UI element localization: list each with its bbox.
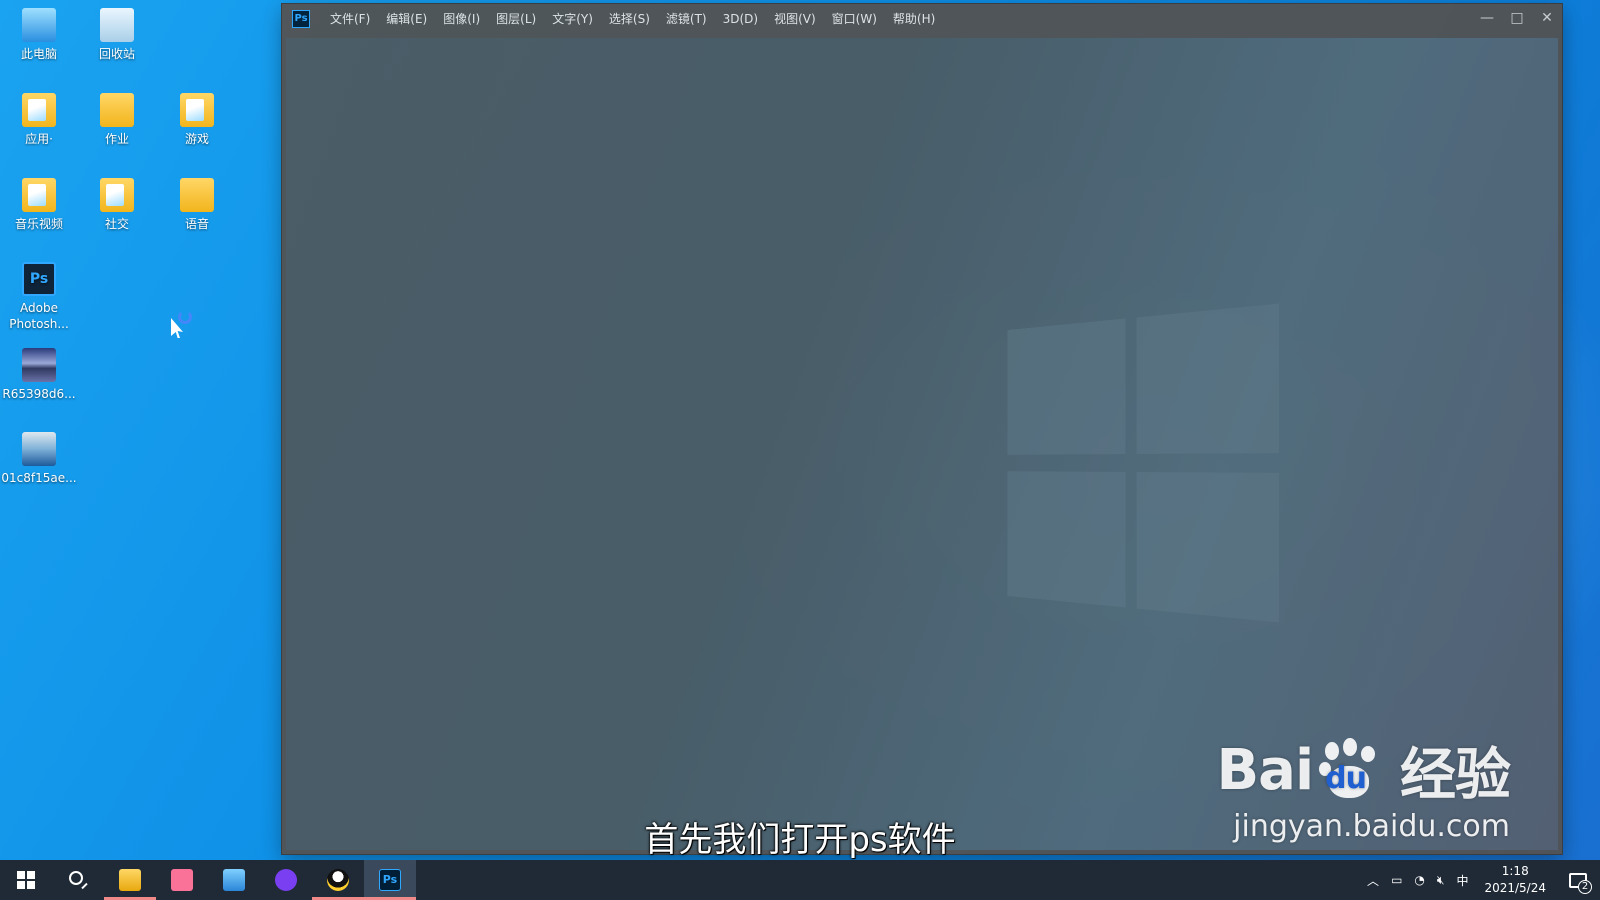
photoshop-logo-icon[interactable]: Ps bbox=[292, 10, 310, 28]
desktop-icon-photoshop[interactable]: Ps Adobe Photosh... bbox=[0, 262, 78, 332]
desktop-icon-voice[interactable]: 语音 bbox=[158, 178, 236, 232]
desktop-icon-homework[interactable]: 作业 bbox=[78, 93, 156, 147]
clock[interactable]: 1:18 2021/5/24 bbox=[1474, 863, 1556, 897]
desktop-icon-label: 此电脑 bbox=[20, 47, 57, 61]
watermark-url: jingyan.baidu.com bbox=[1233, 809, 1510, 844]
photoshop-window[interactable]: Ps 文件(F) 编辑(E) 图像(I) 图层(L) 文字(Y) 选择(S) 滤… bbox=[282, 4, 1562, 854]
baidu-jingyan-watermark: Bai du 经验 jingyan.baidu.com bbox=[1216, 730, 1511, 844]
desktop-icon-label: 01c8f15ae... bbox=[1, 471, 77, 485]
watermark-brand: Bai du 经验 bbox=[1216, 730, 1511, 811]
show-hidden-icons-chevron-icon[interactable]: ︿ bbox=[1361, 872, 1385, 889]
social-folder-icon bbox=[100, 178, 134, 212]
busy-spinner-icon bbox=[178, 310, 192, 324]
battery-icon[interactable]: ▭ bbox=[1385, 873, 1408, 887]
desktop-icon-label: 音乐视频 bbox=[14, 217, 63, 231]
control-panel-icon bbox=[223, 869, 245, 891]
taskbar: Ps ︿ ▭ ◔ 🔇︎ 中 1:18 2021/5/24 2 bbox=[0, 860, 1600, 900]
bilibili-icon bbox=[171, 869, 193, 891]
desktop-icon-apps[interactable]: 应用· bbox=[0, 93, 78, 147]
menu-type[interactable]: 文字(Y) bbox=[544, 4, 601, 34]
desktop-icon-label: Adobe Photosh... bbox=[9, 301, 69, 331]
desktop-icon-label: 社交 bbox=[104, 217, 129, 231]
menu-image[interactable]: 图像(I) bbox=[435, 4, 488, 34]
desktop-icon-label: R65398d6... bbox=[2, 387, 76, 401]
menu-edit[interactable]: 编辑(E) bbox=[378, 4, 435, 34]
folder-icon bbox=[100, 93, 134, 127]
menu-select[interactable]: 选择(S) bbox=[601, 4, 658, 34]
search-icon bbox=[69, 871, 83, 885]
photoshop-icon: Ps bbox=[379, 869, 401, 891]
app-folder-icon bbox=[22, 93, 56, 127]
desktop-icon-image-1[interactable]: R65398d6... bbox=[0, 348, 78, 402]
desktop-icon-label: 回收站 bbox=[98, 47, 135, 61]
desktop-icon-label: 游戏 bbox=[184, 132, 209, 146]
ime-indicator[interactable]: 中 bbox=[1450, 872, 1474, 889]
windows-logo-icon bbox=[17, 871, 35, 889]
menu-help[interactable]: 帮助(H) bbox=[885, 4, 943, 34]
volume-muted-icon[interactable]: 🔇︎ bbox=[1431, 873, 1451, 888]
menu-window[interactable]: 窗口(W) bbox=[824, 4, 885, 34]
system-tray: ︿ ▭ ◔ 🔇︎ 中 1:18 2021/5/24 2 bbox=[1361, 860, 1600, 900]
image-file-icon bbox=[22, 348, 56, 382]
folder-icon bbox=[180, 178, 214, 212]
qq-penguin-icon bbox=[327, 869, 349, 891]
games-folder-icon bbox=[180, 93, 214, 127]
taskbar-bilibili[interactable] bbox=[156, 860, 208, 900]
desktop-icon-recycle-bin[interactable]: 回收站 bbox=[78, 8, 156, 62]
menu-filter[interactable]: 滤镜(T) bbox=[658, 4, 715, 34]
file-explorer-icon bbox=[119, 869, 141, 891]
microphone-icon bbox=[275, 869, 297, 891]
network-icon[interactable]: ◔ bbox=[1408, 873, 1430, 887]
start-button[interactable] bbox=[0, 860, 52, 900]
clock-time: 1:18 bbox=[1501, 864, 1529, 878]
menu-view[interactable]: 视图(V) bbox=[766, 4, 824, 34]
desktop-icon-social[interactable]: 社交 bbox=[78, 178, 156, 232]
taskbar-photoshop[interactable]: Ps bbox=[364, 860, 416, 900]
desktop-icon-image-2[interactable]: 01c8f15ae... bbox=[0, 432, 78, 486]
desktop-icon-label: 语音 bbox=[184, 217, 209, 231]
taskbar-control-panel[interactable] bbox=[208, 860, 260, 900]
watermark-brand-left: Bai bbox=[1216, 738, 1314, 803]
maximize-button[interactable]: □ bbox=[1502, 4, 1532, 34]
menu-3d[interactable]: 3D(D) bbox=[715, 4, 766, 34]
search-button[interactable] bbox=[52, 860, 104, 900]
watermark-brand-mid: du bbox=[1325, 761, 1367, 796]
desktop-icon-label: 作业 bbox=[104, 132, 129, 146]
desktop-icon-this-pc[interactable]: 此电脑 bbox=[0, 8, 78, 62]
clock-date: 2021/5/24 bbox=[1484, 881, 1546, 895]
desktop-icon-games[interactable]: 游戏 bbox=[158, 93, 236, 147]
recycle-bin-icon bbox=[100, 8, 134, 42]
taskbar-voice-assistant[interactable] bbox=[260, 860, 312, 900]
watermark-brand-right: 经验 bbox=[1400, 743, 1511, 808]
window-controls: — □ ✕ bbox=[1472, 4, 1562, 34]
photoshop-shortcut-icon: Ps bbox=[22, 262, 56, 296]
minimize-button[interactable]: — bbox=[1472, 4, 1502, 34]
taskbar-qq[interactable] bbox=[312, 860, 364, 900]
action-center-button[interactable]: 2 bbox=[1556, 860, 1600, 900]
menu-layer[interactable]: 图层(L) bbox=[488, 4, 544, 34]
desktop-icon-label: 应用· bbox=[25, 132, 53, 146]
photoshop-menubar: Ps 文件(F) 编辑(E) 图像(I) 图层(L) 文字(Y) 选择(S) 滤… bbox=[282, 4, 1562, 34]
image-file-icon bbox=[22, 432, 56, 466]
this-pc-icon bbox=[22, 8, 56, 42]
taskbar-file-explorer[interactable] bbox=[104, 860, 156, 900]
menu-file[interactable]: 文件(F) bbox=[322, 4, 378, 34]
close-button[interactable]: ✕ bbox=[1532, 4, 1562, 34]
desktop-icon-music-video[interactable]: 音乐视频 bbox=[0, 178, 78, 232]
notification-count-badge: 2 bbox=[1578, 880, 1592, 894]
music-video-folder-icon bbox=[22, 178, 56, 212]
photoshop-workspace[interactable] bbox=[286, 38, 1558, 850]
